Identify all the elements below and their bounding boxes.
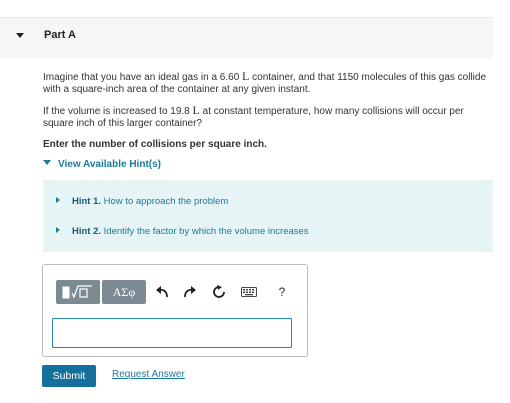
chevron-right-icon <box>56 227 60 233</box>
templates-button[interactable] <box>56 280 100 304</box>
answer-panel: ΑΣφ ? <box>42 264 308 357</box>
reset-icon[interactable] <box>210 283 228 301</box>
chevron-right-icon <box>56 197 60 203</box>
symbols-button[interactable]: ΑΣφ <box>102 280 146 304</box>
templates-icon <box>62 285 92 299</box>
problem-intro: Imagine that you have an ideal gas in a … <box>43 70 493 96</box>
redo-icon[interactable] <box>181 283 199 301</box>
keyboard-icon[interactable] <box>240 283 258 301</box>
collapse-caret-icon[interactable] <box>16 33 24 38</box>
hint-1-number: Hint 1. <box>72 196 102 207</box>
hints-toggle-label: View Available Hint(s) <box>58 159 161 170</box>
hints-panel: Hint 1. How to approach the problem Hint… <box>43 180 493 252</box>
undo-icon[interactable] <box>153 283 171 301</box>
view-hints-toggle[interactable]: View Available Hint(s) <box>43 159 161 170</box>
question-text-a: If the volume is increased to 19.8 <box>43 106 193 117</box>
request-answer-link[interactable]: Request Answer <box>112 369 185 380</box>
part-header[interactable]: Part A <box>0 17 493 58</box>
hint-1-text: How to approach the problem <box>103 196 229 207</box>
hint-2-text: Identify the factor by which the volume … <box>103 226 309 237</box>
problem-question: If the volume is increased to 19.8 L at … <box>43 104 493 130</box>
hint-1[interactable]: Hint 1. How to approach the problem <box>56 196 228 207</box>
hint-2-number: Hint 2. <box>72 226 102 237</box>
help-icon[interactable]: ? <box>273 283 291 301</box>
part-title: Part A <box>44 29 76 41</box>
math-toolbar: ΑΣφ ? <box>50 280 300 304</box>
intro-text-a: Imagine that you have an ideal gas in a … <box>43 72 243 83</box>
answer-input[interactable] <box>52 318 292 348</box>
chevron-down-icon <box>43 160 51 165</box>
answer-instruction: Enter the number of collisions per squar… <box>43 139 267 150</box>
question-unit: L <box>192 103 200 117</box>
submit-button[interactable]: Submit <box>42 365 96 387</box>
hint-2[interactable]: Hint 2. Identify the factor by which the… <box>56 226 309 237</box>
